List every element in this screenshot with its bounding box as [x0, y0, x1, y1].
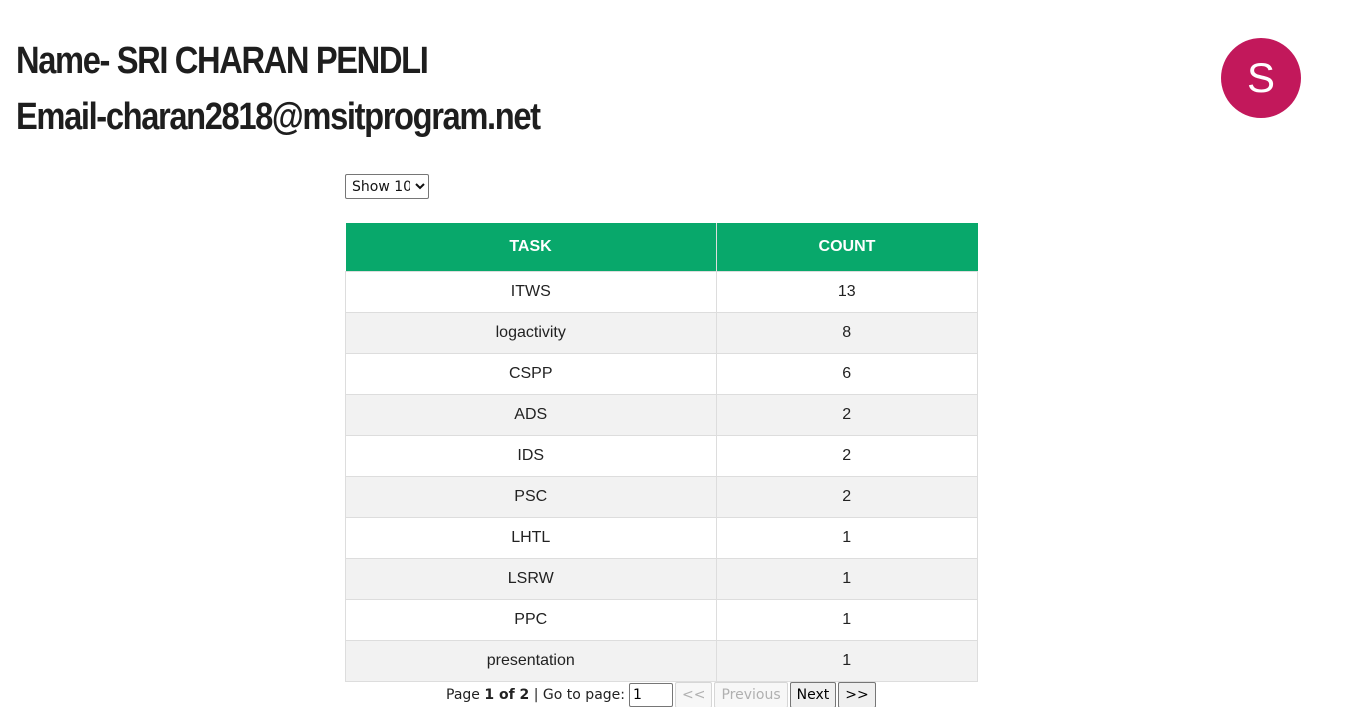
table-row: presentation 1 [345, 640, 978, 682]
count-cell: 8 [715, 312, 978, 354]
pagination-bar: Page 1 of 2 | Go to page: << Previous Ne… [446, 682, 876, 707]
page-label: Page [446, 687, 480, 703]
table-row: ADS 2 [345, 394, 978, 436]
count-cell: 6 [715, 353, 978, 395]
previous-page-button[interactable]: Previous [714, 682, 788, 707]
table-row: logactivity 8 [345, 312, 978, 354]
table-row: PPC 1 [345, 599, 978, 641]
page-indicator: 1 of 2 [484, 687, 530, 703]
task-cell: ITWS [345, 271, 717, 313]
first-page-button[interactable]: << [674, 682, 713, 707]
count-cell: 2 [715, 476, 978, 518]
avatar[interactable]: S [1221, 38, 1301, 118]
task-cell: presentation [345, 640, 717, 682]
column-header-count[interactable]: COUNT [716, 223, 978, 272]
last-page-button[interactable]: >> [838, 682, 876, 707]
goto-page-input[interactable] [628, 683, 673, 707]
table-row: CSPP 6 [345, 353, 978, 395]
count-cell: 1 [715, 558, 978, 600]
goto-page-label: | Go to page: [533, 687, 625, 703]
task-cell: LHTL [345, 517, 717, 559]
count-cell: 1 [715, 517, 978, 559]
table-row: LSRW 1 [345, 558, 978, 600]
column-header-task[interactable]: TASK [345, 223, 717, 272]
profile-name: Name- SRI CHARAN PENDLI [16, 40, 429, 82]
task-cell: ADS [345, 394, 717, 436]
task-cell: logactivity [345, 312, 717, 354]
table-row: PSC 2 [345, 476, 978, 518]
count-cell: 2 [715, 435, 978, 477]
table-row: ITWS 13 [345, 271, 978, 313]
count-cell: 13 [715, 271, 978, 313]
count-cell: 1 [715, 640, 978, 682]
page-size-select[interactable]: Show 10 [345, 174, 429, 199]
table-header-row: TASK COUNT [345, 223, 978, 272]
task-cell: CSPP [345, 353, 717, 395]
task-cell: IDS [345, 435, 717, 477]
table-row: LHTL 1 [345, 517, 978, 559]
count-cell: 2 [715, 394, 978, 436]
page: Name- SRI CHARAN PENDLI Email-charan2818… [0, 0, 1362, 707]
profile-email: Email-charan2818@msitprogram.net [16, 96, 541, 138]
task-cell: LSRW [345, 558, 717, 600]
table-row: IDS 2 [345, 435, 978, 477]
task-cell: PPC [345, 599, 717, 641]
next-page-button[interactable]: Next [789, 682, 837, 707]
count-cell: 1 [715, 599, 978, 641]
task-cell: PSC [345, 476, 717, 518]
task-table: TASK COUNT ITWS 13 logactivity 8 CSPP 6 … [345, 223, 978, 682]
